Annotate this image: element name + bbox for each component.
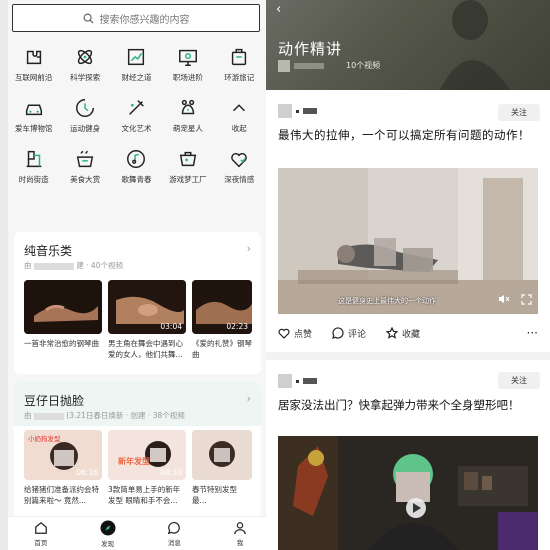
category-item[interactable]: 游戏梦工厂 xyxy=(162,148,213,185)
collection-header: ‹ 动作精讲 10个视频 xyxy=(266,0,550,90)
search-placeholder: 搜索你感兴趣的内容 xyxy=(99,14,190,26)
video-caption: 《爱的礼赞》钢琴曲 xyxy=(192,339,252,359)
collection-card[interactable]: 豆仔日抛脸 › 由 (3.21日春日焕新 · 创建 · 38个视频 小奶狗发型 … xyxy=(14,382,261,518)
gamepad-icon xyxy=(179,151,197,167)
nav-discover[interactable]: 发现 xyxy=(100,520,116,548)
favorite-button[interactable]: 收藏 xyxy=(386,327,420,340)
pet-icon xyxy=(181,99,195,115)
star-outline-icon xyxy=(386,327,399,339)
card-title: 豆仔日抛脸 xyxy=(24,394,85,408)
post-title: 最伟大的拉伸，一个可以搞定所有问题的动作！ xyxy=(278,128,530,142)
car-icon xyxy=(25,104,42,116)
category-item[interactable]: 互联网前沿 xyxy=(8,46,59,83)
puzzle-icon xyxy=(26,50,41,65)
avatar xyxy=(278,104,292,118)
video-subtitle: 这是健身史上最伟大的一个动作 xyxy=(338,297,436,305)
collection-screen: ‹ 动作精讲 10个视频 关注 最伟大的拉伸，一个可以搞定所有问题的动作！ 这是… xyxy=(266,0,550,550)
video-count: 10个视频 xyxy=(346,61,381,70)
avatar xyxy=(278,374,292,388)
video-thumbnail[interactable]: 02:23 xyxy=(192,280,252,334)
hanger-icon xyxy=(26,150,42,168)
category-item[interactable]: 时尚街造 xyxy=(8,148,59,185)
collapse-icon xyxy=(233,104,246,112)
video-thumbnail[interactable]: 小奶狗发型 06:16 xyxy=(24,430,102,480)
video-thumbnail[interactable]: 新年发型 04:33 xyxy=(108,430,186,480)
follow-button[interactable]: 关注 xyxy=(498,104,540,121)
video-caption: 一首非常治愈的钢琴曲 xyxy=(24,339,99,348)
category-item[interactable]: 收起 xyxy=(214,97,265,134)
post-author[interactable] xyxy=(278,374,317,388)
category-item[interactable]: 职场进阶 xyxy=(162,46,213,83)
collection-title: 动作精讲 xyxy=(278,40,343,58)
chevron-right-icon[interactable]: › xyxy=(247,392,251,405)
post-title: 居家没法出门？快拿起弹力带来个全身塑形吧！ xyxy=(278,398,520,412)
nav-me[interactable]: 我 xyxy=(233,521,247,547)
search-icon xyxy=(83,13,94,24)
video-player[interactable] xyxy=(278,436,538,550)
card-title: 纯音乐类 xyxy=(24,244,73,258)
category-item[interactable]: 美食大赏 xyxy=(59,148,110,185)
monitor-icon xyxy=(178,49,197,66)
video-caption: 给猪猪们准备派约会特别篇来啦～ 竟然... xyxy=(24,485,99,505)
message-icon xyxy=(168,521,181,534)
comment-button[interactable]: 评论 xyxy=(332,327,366,340)
dumbbell-icon xyxy=(76,99,95,117)
video-caption: 春节特别发型 最... xyxy=(192,485,237,505)
mute-icon[interactable] xyxy=(498,294,510,304)
follow-button[interactable]: 关注 xyxy=(498,372,540,389)
heart-icon xyxy=(231,153,248,168)
home-icon xyxy=(35,521,47,534)
video-caption: 3款简单易上手的新年发型 眼睛和手不会... xyxy=(108,485,181,505)
video-player[interactable]: 这是健身史上最伟大的一个动作 xyxy=(278,168,538,314)
food-icon xyxy=(76,150,94,168)
category-grid: 互联网前沿 科学探索 财经之道 职场进阶 环游旅记 爱车博物馆 运动健身 文化艺… xyxy=(8,46,265,185)
header-background-image xyxy=(440,0,510,90)
chevron-right-icon[interactable]: › xyxy=(247,242,251,255)
card-subtitle: 由 (3.21日春日焕新 · 创建 · 38个视频 xyxy=(24,411,185,420)
category-item[interactable]: 文化艺术 xyxy=(111,97,162,134)
video-thumbnail[interactable] xyxy=(24,280,102,334)
palette-icon xyxy=(129,100,145,115)
more-options-icon[interactable]: ··· xyxy=(527,326,538,340)
category-item[interactable]: 爱车博物馆 xyxy=(8,97,59,134)
post-actions: 点赞 评论 收藏 ··· xyxy=(278,326,538,340)
video-thumbnail[interactable] xyxy=(192,430,252,480)
video-thumbnail[interactable]: 03:04 xyxy=(108,280,186,334)
category-item[interactable]: 环游旅记 xyxy=(214,46,265,83)
nav-home[interactable]: 首页 xyxy=(34,521,48,547)
back-arrow-icon[interactable]: ‹ xyxy=(276,2,281,17)
collection-card[interactable]: 纯音乐类 › 由 建 · 40个视频 03:04 02:23 一首非常治愈的钢琴… xyxy=(14,232,261,374)
avatar xyxy=(278,60,290,72)
atom-icon xyxy=(77,49,93,65)
comment-icon xyxy=(332,327,344,339)
category-item[interactable]: 萌宠星人 xyxy=(162,97,213,134)
category-item[interactable]: 科学探索 xyxy=(59,46,110,83)
compass-icon xyxy=(100,520,116,535)
heart-outline-icon xyxy=(278,328,290,339)
discover-screen: 搜索你感兴趣的内容 互联网前沿 科学探索 财经之道 职场进阶 环游旅记 爱车博物… xyxy=(8,0,273,550)
bottom-nav: 首页 发现 消息 我 xyxy=(8,516,273,550)
music-icon xyxy=(127,150,146,168)
category-item[interactable]: 运动健身 xyxy=(59,97,110,134)
category-item[interactable]: 财经之道 xyxy=(111,46,162,83)
post-author[interactable] xyxy=(278,104,317,118)
like-button[interactable]: 点赞 xyxy=(278,327,312,340)
category-item[interactable]: 歌舞青春 xyxy=(111,148,162,185)
nav-messages[interactable]: 消息 xyxy=(167,521,181,547)
video-caption: 男主角在舞会中遇到心爱的女人，他们共舞... xyxy=(108,339,183,359)
luggage-icon xyxy=(232,48,247,66)
user-icon xyxy=(234,521,246,534)
card-subtitle: 由 建 · 40个视频 xyxy=(24,261,123,270)
category-item[interactable]: 深夜情感 xyxy=(214,148,265,185)
chart-icon xyxy=(128,48,145,66)
search-input[interactable]: 搜索你感兴趣的内容 xyxy=(12,4,260,32)
fullscreen-icon[interactable] xyxy=(521,294,532,305)
